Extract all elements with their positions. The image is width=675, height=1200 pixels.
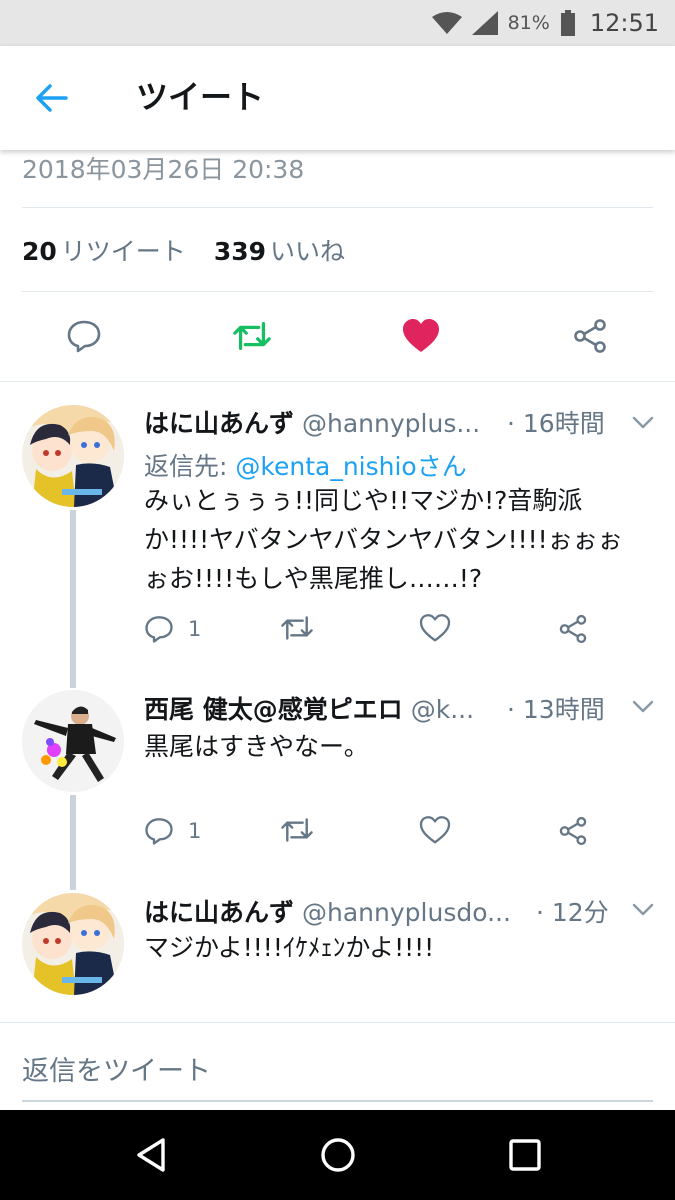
reply-text: マジかよ!!!!ｲｹﾒｪﾝかよ!!!! [144, 928, 654, 967]
retweet-icon [281, 818, 313, 842]
tweet-stats: 20 リツイート 339 いいね [22, 232, 345, 268]
status-icons: 81% 12:51 [431, 0, 659, 46]
display-name[interactable]: はに山あんず [144, 893, 294, 929]
reply-header: 西尾 健太@感覚ピエロ @k... [144, 690, 474, 726]
avatar[interactable] [22, 405, 124, 507]
chevron-down-icon[interactable] [632, 416, 654, 430]
reply-count: 1 [188, 617, 202, 641]
battery-percent: 81% [507, 12, 550, 34]
reply-text-line: 黒尾はすきやなー。 [144, 732, 369, 761]
share-icon [574, 319, 606, 353]
heart-icon [419, 816, 451, 844]
retweet-icon [281, 616, 313, 640]
reply-time: · 13時間 [507, 695, 605, 724]
reply-text: 黒尾はすきやなー。 [144, 727, 654, 766]
reply-button[interactable] [64, 316, 104, 356]
retweet-label[interactable]: リツイート [61, 232, 186, 268]
retweet-icon [233, 322, 271, 350]
reply-count: 1 [188, 819, 202, 843]
reply-text-line: か!!!!ヤバタンヤバタンヤバタン!!!!ぉぉぉ [144, 525, 623, 554]
share-button[interactable] [570, 316, 610, 356]
like-label[interactable]: いいね [270, 232, 345, 268]
avatar[interactable] [22, 690, 124, 792]
screen-name[interactable]: @hannyplus... [302, 409, 480, 438]
like-button[interactable] [419, 816, 451, 844]
compose-placeholder[interactable]: 返信をツイート [22, 1049, 211, 1088]
reply-header: はに山あんず @hannyplus... [144, 404, 480, 440]
clock: 12:51 [589, 9, 659, 37]
signal-icon [471, 11, 498, 35]
app-header: ツイート [0, 46, 675, 150]
share-button[interactable] [558, 614, 588, 644]
compose-underline [22, 1100, 653, 1102]
tweet-timestamp: 2018年03月26日 20:38 [22, 155, 305, 184]
share-button[interactable] [558, 816, 588, 846]
avatar-photo [22, 690, 124, 792]
like-button[interactable] [401, 316, 441, 356]
display-name[interactable]: はに山あんず [144, 404, 294, 440]
screen-name[interactable]: @hannyplusdo... [302, 898, 511, 927]
page-title: ツイート [136, 78, 265, 116]
arrow-left-icon[interactable] [32, 80, 72, 116]
avatar-illustration [22, 405, 124, 507]
heart-icon [403, 319, 439, 352]
reply-icon [145, 616, 173, 643]
home-circle-icon[interactable] [318, 1135, 358, 1175]
thread-line [70, 795, 76, 890]
retweet-count[interactable]: 20 [22, 237, 57, 266]
display-name[interactable]: 西尾 健太@感覚ピエロ [144, 690, 403, 726]
reply-actions: 1 [144, 816, 654, 850]
reply-icon [67, 320, 101, 353]
mention-link[interactable]: @kenta_nishioさん [235, 452, 466, 481]
reply-to-label: 返信先: [144, 452, 228, 481]
share-icon [559, 614, 587, 644]
divider [22, 207, 653, 208]
reply-text-line: ぉお!!!!もしや黒尾推し……!? [144, 564, 483, 593]
reply-header: はに山あんず @hannyplusdo... [144, 893, 511, 929]
avatar[interactable] [22, 893, 124, 995]
recents-square-icon[interactable] [505, 1135, 545, 1175]
tweet-action-bar [0, 292, 675, 382]
back-triangle-icon[interactable] [131, 1135, 171, 1175]
avatar-illustration [22, 893, 124, 995]
reply-icon [145, 818, 173, 845]
battery-icon [560, 10, 575, 36]
reply-time: · 16時間 [507, 409, 605, 438]
reply-compose-bar[interactable]: 返信をツイート [0, 1022, 675, 1110]
divider [0, 381, 675, 382]
reply-time: · 12分 [536, 898, 609, 927]
retweet-button[interactable] [232, 316, 272, 356]
reply-text-line: マジかよ!!!!ｲｹﾒｪﾝかよ!!!! [144, 933, 435, 962]
reply-text: みぃとぅぅぅ!!同じや!!マジか!?音駒派 か!!!!ヤバタンヤバタンヤバタン!… [144, 481, 654, 598]
status-bar: 81% 12:51 [0, 0, 675, 46]
reply-button[interactable]: 1 [144, 614, 201, 644]
retweet-button[interactable] [280, 816, 314, 844]
reply-actions: 1 [144, 614, 654, 648]
chevron-down-icon[interactable] [632, 700, 654, 714]
like-count[interactable]: 339 [214, 237, 266, 266]
retweet-button[interactable] [280, 614, 314, 642]
wifi-icon [431, 12, 462, 34]
reply-text-line: みぃとぅぅぅ!!同じや!!マジか!?音駒派 [144, 486, 583, 515]
like-button[interactable] [419, 614, 451, 642]
reply-to: 返信先: @kenta_nishioさん [144, 447, 467, 483]
thread-line [70, 510, 76, 688]
system-nav-bar [0, 1110, 675, 1200]
share-icon [559, 816, 587, 846]
screen-name[interactable]: @k... [411, 695, 474, 724]
chevron-down-icon[interactable] [632, 903, 654, 917]
reply-button[interactable]: 1 [144, 816, 201, 846]
heart-icon [419, 614, 451, 642]
